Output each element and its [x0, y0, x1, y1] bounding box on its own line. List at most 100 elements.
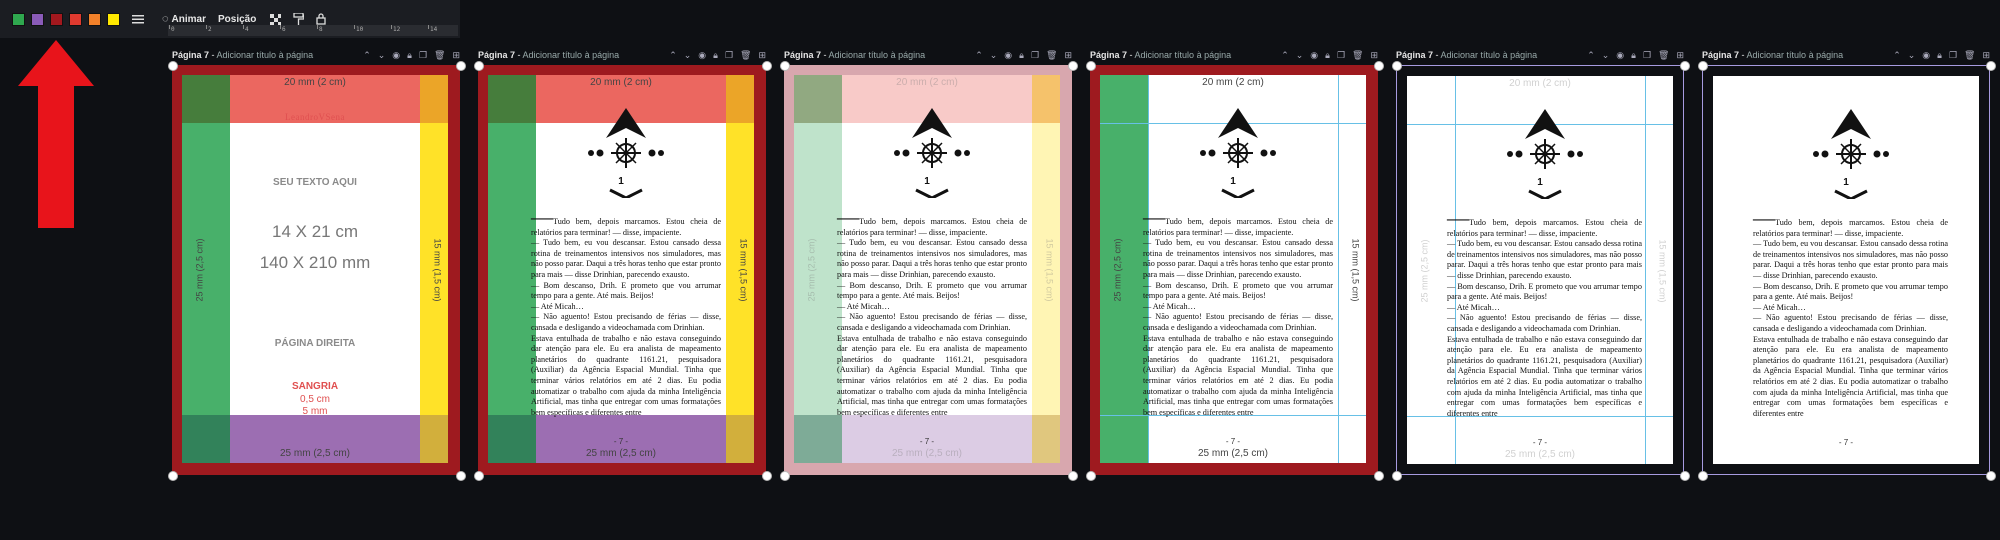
resize-handle[interactable]: [456, 471, 466, 481]
resize-handle[interactable]: [1068, 471, 1078, 481]
green-swatch[interactable]: [12, 12, 25, 26]
resize-handle[interactable]: [1680, 61, 1690, 71]
delete-icon[interactable]: 🗑︎: [1658, 50, 1669, 61]
add-page-icon[interactable]: ⊞: [452, 50, 460, 61]
chevron-up-icon[interactable]: ⌃: [1281, 50, 1289, 61]
chevron-down-icon[interactable]: ⌄: [378, 50, 386, 61]
add-page-icon[interactable]: ⊞: [1370, 50, 1378, 61]
duplicate-icon[interactable]: ❐: [1031, 50, 1039, 61]
page-title[interactable]: Página 7 - Adicionar título à página: [1090, 50, 1231, 60]
resize-handle[interactable]: [1680, 471, 1690, 481]
resize-handle[interactable]: [1086, 61, 1096, 71]
lock-icon[interactable]: [316, 13, 327, 25]
duplicate-icon[interactable]: ❐: [1337, 50, 1345, 61]
delete-icon[interactable]: 🗑︎: [434, 50, 445, 61]
hide-icon[interactable]: ◉: [392, 50, 400, 61]
resize-handle[interactable]: [1698, 471, 1708, 481]
resize-handle[interactable]: [1698, 61, 1708, 71]
yellow-swatch[interactable]: [107, 12, 120, 26]
chevron-up-icon[interactable]: ⌃: [669, 50, 677, 61]
resize-handle[interactable]: [1392, 61, 1402, 71]
delete-icon[interactable]: 🗑︎: [1352, 50, 1363, 61]
page-frame[interactable]: 20 mm (2 cm)25 mm (2,5 cm)25 mm (2,5 cm)…: [1090, 65, 1378, 475]
chevron-down-icon[interactable]: ⌄: [684, 50, 692, 61]
chevron-up-icon[interactable]: ⌃: [1893, 50, 1901, 61]
page-actions: ⌃ ⌄ ◉ 🔒︎ ❐ 🗑︎ ⊞: [975, 50, 1072, 61]
page-frame[interactable]: 1 —Tudo bem, depois marcamos. Estou cheia…: [1702, 65, 1990, 475]
delete-icon[interactable]: 🗑︎: [1964, 50, 1975, 61]
add-page-title-link[interactable]: Adicionar título à página: [829, 50, 926, 60]
chevron-down-icon[interactable]: ⌄: [1296, 50, 1304, 61]
add-page-icon[interactable]: ⊞: [758, 50, 766, 61]
resize-handle[interactable]: [762, 61, 772, 71]
delete-icon[interactable]: 🗑︎: [740, 50, 751, 61]
add-page-icon[interactable]: ⊞: [1676, 50, 1684, 61]
resize-handle[interactable]: [474, 471, 484, 481]
page-frame[interactable]: 20 mm (2 cm)25 mm (2,5 cm)25 mm (2,5 cm)…: [172, 65, 460, 475]
chevron-down-icon[interactable]: ⌄: [990, 50, 998, 61]
resize-handle[interactable]: [1374, 471, 1384, 481]
duplicate-icon[interactable]: ❐: [1643, 50, 1651, 61]
chevron-down-icon[interactable]: ⌄: [1908, 50, 1916, 61]
lock-icon[interactable]: 🔒︎: [1019, 50, 1024, 61]
hide-icon[interactable]: ◉: [1004, 50, 1012, 61]
lock-icon[interactable]: 🔒︎: [407, 50, 412, 61]
paint-roller-icon[interactable]: [293, 13, 305, 25]
lock-icon[interactable]: 🔒︎: [1325, 50, 1330, 61]
lock-icon[interactable]: 🔒︎: [713, 50, 718, 61]
page-title[interactable]: Página 7 - Adicionar título à página: [1702, 50, 1843, 60]
hide-icon[interactable]: ◉: [1616, 50, 1624, 61]
hide-icon[interactable]: ◉: [1922, 50, 1930, 61]
add-page-title-link[interactable]: Adicionar título à página: [217, 50, 314, 60]
lock-icon[interactable]: 🔒︎: [1631, 50, 1636, 61]
animate-button[interactable]: ◌ Animar: [162, 13, 206, 25]
chevron-up-icon[interactable]: ⌃: [363, 50, 371, 61]
chevron-down-icon[interactable]: ⌄: [1602, 50, 1610, 61]
add-page-title-link[interactable]: Adicionar título à página: [1135, 50, 1232, 60]
resize-handle[interactable]: [474, 61, 484, 71]
page-name: Página 7: [1090, 50, 1128, 60]
resize-handle[interactable]: [780, 61, 790, 71]
page-title[interactable]: Página 7 - Adicionar título à página: [478, 50, 619, 60]
delete-icon[interactable]: 🗑︎: [1046, 50, 1057, 61]
page-title[interactable]: Página 7 - Adicionar título à página: [1396, 50, 1537, 60]
position-button[interactable]: Posição: [218, 14, 256, 25]
resize-handle[interactable]: [762, 471, 772, 481]
chevron-up-icon[interactable]: ⌃: [975, 50, 983, 61]
red-swatch[interactable]: [69, 12, 82, 26]
resize-handle[interactable]: [1374, 61, 1384, 71]
page-frame[interactable]: 20 mm (2 cm)25 mm (2,5 cm)25 mm (2,5 cm)…: [1396, 65, 1684, 475]
duplicate-icon[interactable]: ❐: [419, 50, 427, 61]
page-title[interactable]: Página 7 - Adicionar título à página: [784, 50, 925, 60]
add-page-icon[interactable]: ⊞: [1982, 50, 1990, 61]
add-page-title-link[interactable]: Adicionar título à página: [1441, 50, 1538, 60]
resize-handle[interactable]: [1068, 61, 1078, 71]
transparency-icon[interactable]: [270, 13, 282, 25]
line-weight-icon[interactable]: [132, 14, 144, 24]
page-title[interactable]: Página 7 - Adicionar título à página: [172, 50, 313, 60]
purple-swatch[interactable]: [31, 12, 44, 26]
dark-red-swatch[interactable]: [50, 12, 63, 26]
lock-icon[interactable]: 🔒︎: [1937, 50, 1942, 61]
duplicate-icon[interactable]: ❐: [1949, 50, 1957, 61]
add-page-icon[interactable]: ⊞: [1064, 50, 1072, 61]
resize-handle[interactable]: [1086, 471, 1096, 481]
resize-handle[interactable]: [168, 471, 178, 481]
add-page-title-link[interactable]: Adicionar título à página: [523, 50, 620, 60]
orange-swatch[interactable]: [88, 12, 101, 26]
chevron-up-icon[interactable]: ⌃: [1587, 50, 1595, 61]
hide-icon[interactable]: ◉: [698, 50, 706, 61]
right-margin-label: 15 mm (1,5 cm): [1044, 238, 1055, 302]
resize-handle[interactable]: [168, 61, 178, 71]
duplicate-icon[interactable]: ❐: [725, 50, 733, 61]
bleed-mm: 5 mm: [302, 406, 328, 417]
resize-handle[interactable]: [456, 61, 466, 71]
resize-handle[interactable]: [780, 471, 790, 481]
add-page-title-link[interactable]: Adicionar título à página: [1747, 50, 1844, 60]
resize-handle[interactable]: [1986, 61, 1996, 71]
page-frame[interactable]: 20 mm (2 cm)25 mm (2,5 cm)25 mm (2,5 cm)…: [478, 65, 766, 475]
page-frame[interactable]: 20 mm (2 cm)25 mm (2,5 cm)25 mm (2,5 cm)…: [784, 65, 1072, 475]
resize-handle[interactable]: [1986, 471, 1996, 481]
resize-handle[interactable]: [1392, 471, 1402, 481]
hide-icon[interactable]: ◉: [1310, 50, 1318, 61]
